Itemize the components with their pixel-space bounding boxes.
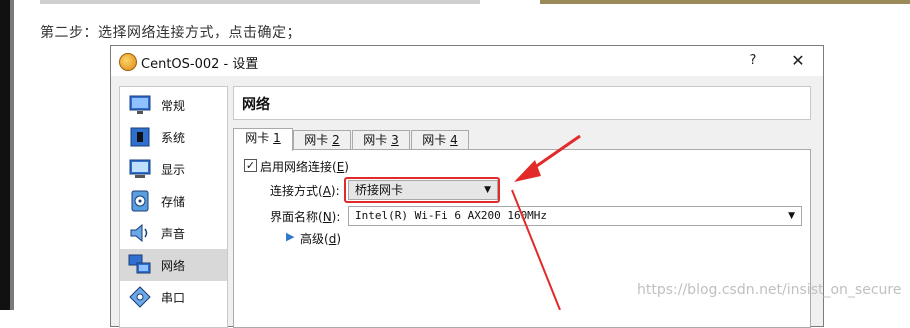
tab-label: 网卡 bbox=[363, 133, 392, 147]
virtualbox-app-icon bbox=[119, 53, 137, 71]
advanced-label: 高级(d) bbox=[300, 232, 341, 246]
left-edge-bar bbox=[0, 0, 10, 310]
expand-arrow-icon: ▶ bbox=[286, 230, 295, 243]
help-button[interactable]: ? bbox=[743, 51, 763, 71]
tab-number: 1 bbox=[273, 131, 281, 145]
enable-adapter-label: 启用网络连接(E) bbox=[260, 160, 349, 174]
serial-port-icon bbox=[129, 286, 151, 308]
tab-adapter-3[interactable]: 网卡 3 bbox=[352, 130, 410, 150]
tab-adapter-2[interactable]: 网卡 2 bbox=[293, 130, 351, 150]
window-title: CentOS-002 - 设置 bbox=[141, 57, 259, 72]
sidebar-item-audio[interactable]: 声音 bbox=[120, 217, 227, 249]
adapter-name-value: Intel(R) Wi-Fi 6 AX200 160MHz bbox=[355, 209, 548, 222]
close-button[interactable]: ✕ bbox=[786, 50, 810, 72]
attached-to-label: 连接方式(A): bbox=[270, 184, 340, 198]
sidebar-item-label: 显示 bbox=[161, 163, 186, 177]
tab-adapter-4[interactable]: 网卡 4 bbox=[411, 130, 469, 150]
sidebar-item-network[interactable]: 网络 bbox=[120, 249, 227, 281]
left-edge-bar-2 bbox=[10, 0, 14, 310]
adapter-name-label: 界面名称(N): bbox=[270, 210, 341, 224]
sidebar-item-label: 串口 bbox=[161, 291, 186, 305]
chevron-down-icon: ▼ bbox=[788, 211, 795, 221]
monitor-icon bbox=[129, 95, 151, 114]
tab-adapter-1[interactable]: 网卡 1 bbox=[233, 128, 293, 151]
annotation-highlight-box bbox=[344, 177, 500, 203]
page-title: 网络 bbox=[242, 97, 270, 113]
sidebar-item-system[interactable]: 系统 bbox=[120, 121, 227, 153]
tab-label: 网卡 bbox=[304, 133, 333, 147]
speaker-icon bbox=[130, 223, 148, 243]
tab-number: 2 bbox=[332, 133, 340, 147]
tab-label: 网卡 bbox=[422, 133, 451, 147]
sidebar-item-serial-port[interactable]: 串口 bbox=[120, 281, 227, 313]
enable-adapter-checkbox[interactable]: ✓ bbox=[244, 159, 257, 172]
sidebar-item-label: 系统 bbox=[161, 131, 186, 145]
previous-content-strip bbox=[0, 0, 910, 6]
chip-icon bbox=[130, 127, 150, 147]
watermark: https://blog.csdn.net/insist_on_secure bbox=[637, 282, 902, 298]
sidebar-item-general[interactable]: 常规 bbox=[120, 89, 227, 121]
sidebar-item-label: 声音 bbox=[161, 227, 186, 241]
sidebar-item-display[interactable]: 显示 bbox=[120, 153, 227, 185]
sidebar-item-label: 常规 bbox=[161, 99, 186, 113]
adapter-settings-panel: ✓ 启用网络连接(E) 连接方式(A): 桥接网卡 ▼ 界面名称(N): Int… bbox=[233, 149, 811, 328]
tab-label: 网卡 bbox=[245, 131, 274, 145]
settings-sidebar: 常规 系统 显示 存储 声音 网络 串口 bbox=[119, 86, 228, 328]
sidebar-item-label: 网络 bbox=[161, 259, 186, 273]
display-icon bbox=[129, 159, 151, 178]
sidebar-item-label: 存储 bbox=[161, 195, 186, 209]
panel-header: 网络 bbox=[233, 86, 811, 120]
network-icon bbox=[128, 254, 151, 274]
sidebar-item-storage[interactable]: 存储 bbox=[120, 185, 227, 217]
step-caption: 第二步：选择网络连接方式，点击确定； bbox=[40, 25, 301, 41]
tab-number: 4 bbox=[450, 133, 458, 147]
tab-number: 3 bbox=[391, 133, 399, 147]
title-bar: CentOS-002 - 设置 ? ✕ bbox=[111, 46, 823, 76]
disk-icon bbox=[131, 190, 149, 212]
adapter-name-select[interactable]: Intel(R) Wi-Fi 6 AX200 160MHz ▼ bbox=[348, 206, 802, 226]
